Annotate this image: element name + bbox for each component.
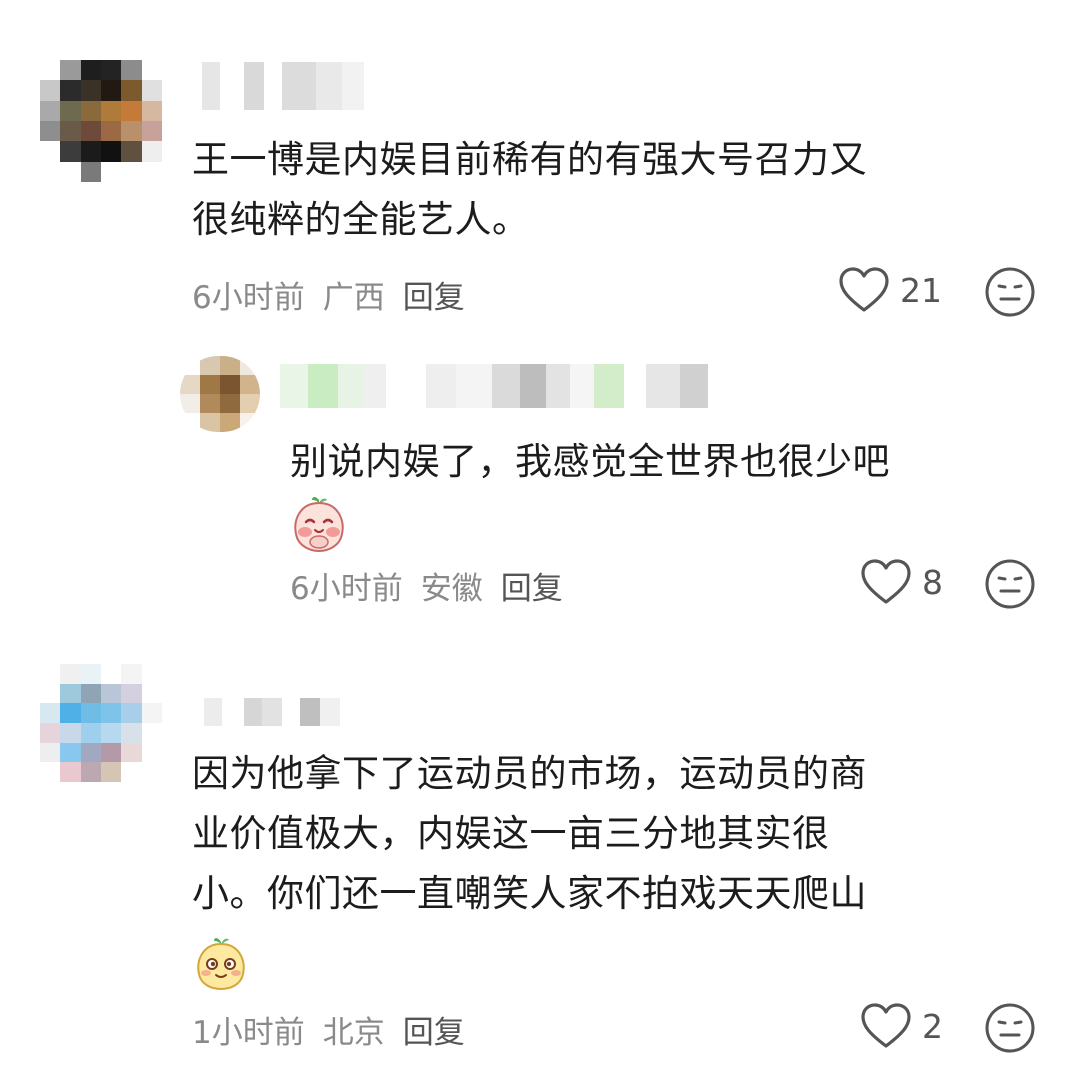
avatar[interactable]: [180, 356, 260, 432]
heart-outline-icon: [861, 1003, 911, 1048]
comment-text: 王一博是内娱目前稀有的有强大号召力又 很纯粹的全能艺人。: [192, 138, 867, 241]
heart-outline-icon: [861, 559, 911, 604]
like-button[interactable]: 21: [838, 266, 942, 314]
dislike-button[interactable]: [984, 1002, 1036, 1058]
dislike-button[interactable]: [984, 266, 1036, 322]
location: 安徽: [420, 571, 483, 607]
comment-meta: 6小时前 广西 回复: [192, 272, 465, 317]
timestamp: 6小时前: [290, 571, 403, 607]
like-button[interactable]: 8: [860, 558, 943, 606]
comment-text: 别说内娱了，我感觉全世界也很少吧: [290, 440, 890, 483]
username[interactable]: [180, 698, 340, 726]
sneaky-peach-sticker: [197, 938, 245, 991]
like-count: 21: [900, 270, 942, 310]
location: 广西: [322, 280, 385, 316]
reply-button[interactable]: 回复: [403, 1007, 465, 1052]
location: 北京: [322, 1015, 385, 1051]
meh-face-icon: [985, 1003, 1035, 1053]
avatar[interactable]: [40, 664, 162, 782]
reply-button[interactable]: 回复: [403, 272, 465, 317]
heart-outline-icon: [839, 267, 889, 312]
like-button[interactable]: 2: [860, 1002, 943, 1050]
blushing-peach-sticker: [294, 497, 344, 553]
reply-button[interactable]: 回复: [501, 563, 563, 608]
timestamp: 6小时前: [192, 280, 305, 316]
dislike-button[interactable]: [984, 558, 1036, 614]
comment-text: 因为他拿下了运动员的市场，运动员的商 业价值极大，内娱这一亩三分地其实很 小。你…: [192, 752, 867, 915]
avatar[interactable]: [40, 60, 162, 182]
comment-meta: 1小时前 北京 回复: [192, 1007, 465, 1052]
like-count: 8: [922, 562, 943, 602]
timestamp: 1小时前: [192, 1015, 305, 1051]
username[interactable]: [180, 62, 364, 110]
meh-face-icon: [985, 559, 1035, 609]
comment-meta: 6小时前 安徽 回复: [290, 563, 563, 608]
like-count: 2: [922, 1006, 943, 1046]
username[interactable]: [280, 364, 708, 408]
meh-face-icon: [985, 267, 1035, 317]
